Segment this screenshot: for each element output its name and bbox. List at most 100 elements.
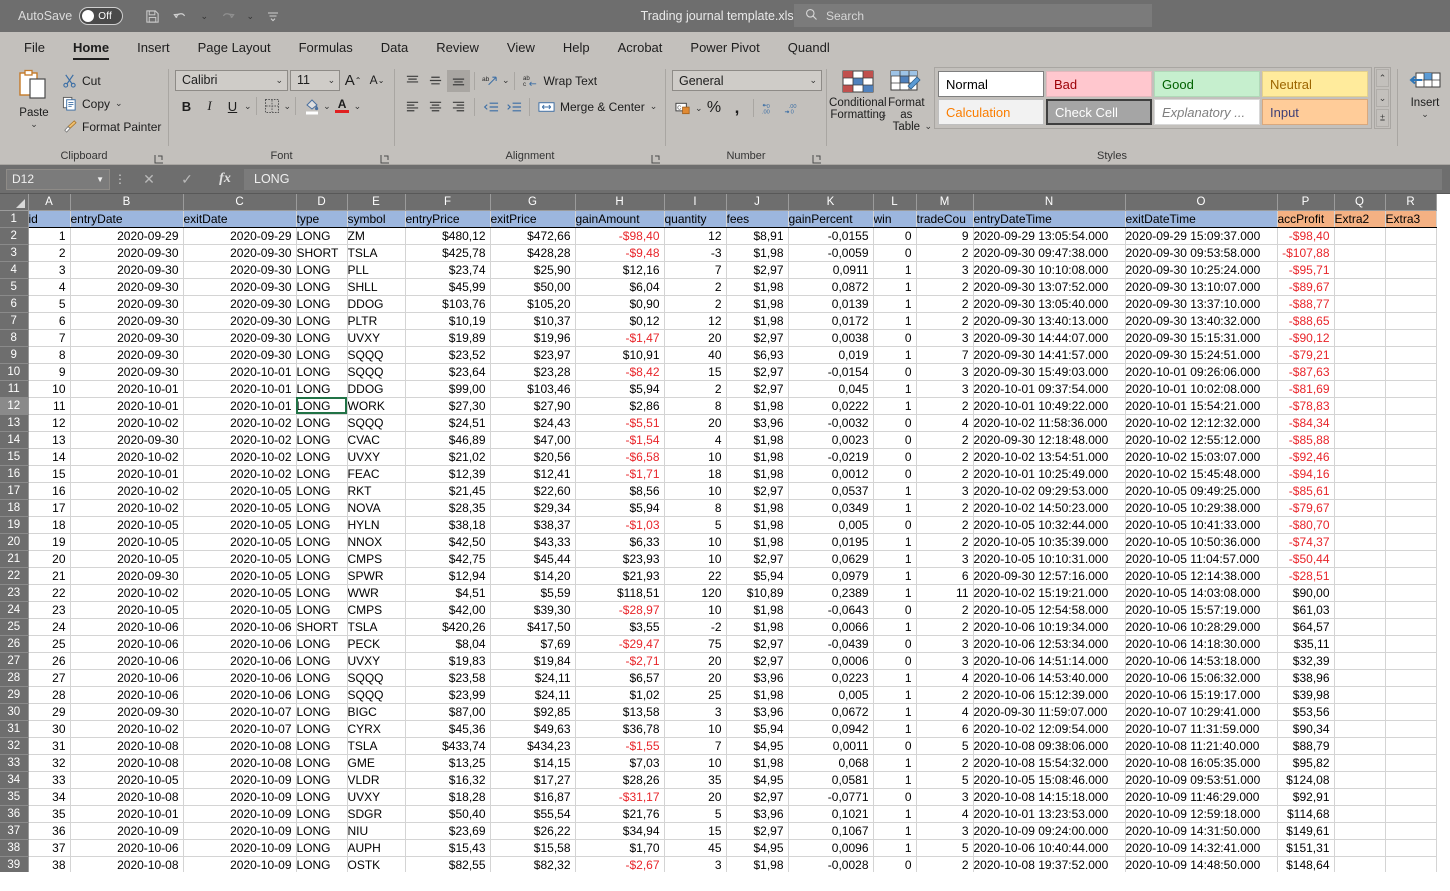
cell-E8[interactable]: UVXY	[347, 329, 406, 347]
column-header-h[interactable]: H	[575, 194, 665, 211]
cell-P23[interactable]: $90,00	[1277, 584, 1335, 602]
cell-K15[interactable]: -0,0219	[788, 448, 874, 466]
cell-F31[interactable]: $45,36	[405, 720, 491, 738]
cell-G24[interactable]: $39,30	[490, 601, 576, 619]
cell-B18[interactable]: 2020-10-02	[70, 499, 184, 517]
cell-K28[interactable]: 0,0223	[788, 669, 874, 687]
cell-G17[interactable]: $22,60	[490, 482, 576, 500]
cell-G38[interactable]: $15,58	[490, 839, 576, 857]
cell-L15[interactable]: 0	[873, 448, 917, 466]
cell-D34[interactable]: LONG	[296, 771, 348, 789]
cell-E36[interactable]: SDGR	[347, 805, 406, 823]
cell-R23[interactable]	[1385, 584, 1437, 602]
cell-L27[interactable]: 0	[873, 652, 917, 670]
cell-D20[interactable]: LONG	[296, 533, 348, 551]
font-color-icon[interactable]: A	[331, 95, 354, 117]
cell-G23[interactable]: $5,59	[490, 584, 576, 602]
table-row[interactable]: 3 2 2020-09-30 2020-09-30 SHORT TSLA $425,78 $4…	[0, 244, 1437, 262]
cell-J37[interactable]: $2,97	[726, 822, 789, 840]
cell-M34[interactable]: 5	[916, 771, 974, 789]
cell-M9[interactable]: 7	[916, 346, 974, 364]
cell-D16[interactable]: LONG	[296, 465, 348, 483]
cell-I23[interactable]: 120	[664, 584, 727, 602]
cell-F9[interactable]: $23,52	[405, 346, 491, 364]
cell-L25[interactable]: 1	[873, 618, 917, 636]
cell-K21[interactable]: 0,0629	[788, 550, 874, 568]
cell-Q39[interactable]	[1334, 856, 1386, 872]
cell-N7[interactable]: 2020-09-30 13:40:13.000	[973, 312, 1126, 330]
table-row[interactable]: 21 20 2020-10-05 2020-10-05 LONG CMPS $42,75 $4…	[0, 550, 1437, 568]
cell-F3[interactable]: $425,78	[405, 244, 491, 262]
cell-D4[interactable]: LONG	[296, 261, 348, 279]
cell-E24[interactable]: CMPS	[347, 601, 406, 619]
merge-center-button[interactable]: Merge & Center ⌄	[538, 95, 657, 118]
cell-P2[interactable]: -$98,40	[1277, 227, 1335, 245]
cell-G6[interactable]: $105,20	[490, 295, 576, 313]
cell-J11[interactable]: $2,97	[726, 380, 789, 398]
cell-Q6[interactable]	[1334, 295, 1386, 313]
cell-Q22[interactable]	[1334, 567, 1386, 585]
cell-G2[interactable]: $472,66	[490, 227, 576, 245]
cell-F27[interactable]: $19,83	[405, 652, 491, 670]
cell-J13[interactable]: $3,96	[726, 414, 789, 432]
row-header-19[interactable]: 19	[0, 516, 29, 534]
cell-H15[interactable]: -$6,58	[575, 448, 665, 466]
table-row[interactable]: 30 29 2020-09-30 2020-10-07 LONG BIGC $87,00 $9…	[0, 703, 1437, 721]
cell-B25[interactable]: 2020-10-06	[70, 618, 184, 636]
cell-E17[interactable]: RKT	[347, 482, 406, 500]
cell-Q32[interactable]	[1334, 737, 1386, 755]
cell-O21[interactable]: 2020-10-05 11:04:57.000	[1125, 550, 1278, 568]
cell-E7[interactable]: PLTR	[347, 312, 406, 330]
column-header-l[interactable]: L	[873, 194, 917, 211]
cell-P39[interactable]: $148,64	[1277, 856, 1335, 872]
name-box[interactable]: D12 ▼	[6, 168, 110, 190]
cell-E13[interactable]: SQQQ	[347, 414, 406, 432]
cell-A28[interactable]: 27	[28, 669, 71, 687]
accounting-dropdown-icon[interactable]: ⌄	[695, 103, 703, 114]
cell-Q33[interactable]	[1334, 754, 1386, 772]
cell-D25[interactable]: SHORT	[296, 618, 348, 636]
cell-M25[interactable]: 2	[916, 618, 974, 636]
cell-R20[interactable]	[1385, 533, 1437, 551]
cell-M31[interactable]: 6	[916, 720, 974, 738]
cell-J12[interactable]: $1,98	[726, 397, 789, 415]
table-row[interactable]: 38 37 2020-10-06 2020-10-09 LONG AUPH $15,43 $1…	[0, 839, 1437, 857]
table-row[interactable]: 32 31 2020-10-08 2020-10-08 LONG TSLA $433,74 $…	[0, 737, 1437, 755]
cut-button[interactable]: Cut	[62, 69, 161, 92]
cell-H16[interactable]: -$1,71	[575, 465, 665, 483]
cell-O14[interactable]: 2020-10-02 12:55:12.000	[1125, 431, 1278, 449]
cell-J28[interactable]: $3,96	[726, 669, 789, 687]
table-row[interactable]: 10 9 2020-09-30 2020-10-01 LONG SQQQ $23,64 $23…	[0, 363, 1437, 381]
cell-G27[interactable]: $19,84	[490, 652, 576, 670]
cell-R24[interactable]	[1385, 601, 1437, 619]
cell-A23[interactable]: 22	[28, 584, 71, 602]
cell-R37[interactable]	[1385, 822, 1437, 840]
cell-J17[interactable]: $2,97	[726, 482, 789, 500]
cell-O27[interactable]: 2020-10-06 14:53:18.000	[1125, 652, 1278, 670]
cell-A16[interactable]: 15	[28, 465, 71, 483]
cell-G10[interactable]: $23,28	[490, 363, 576, 381]
name-box-dropdown-icon[interactable]: ▼	[96, 175, 104, 184]
font-color-dropdown-icon[interactable]: ⌄	[354, 101, 362, 112]
cell-K22[interactable]: 0,0979	[788, 567, 874, 585]
cell-R18[interactable]	[1385, 499, 1437, 517]
cell-C4[interactable]: 2020-09-30	[183, 261, 297, 279]
cell-E20[interactable]: NNOX	[347, 533, 406, 551]
cell-N37[interactable]: 2020-10-09 09:24:00.000	[973, 822, 1126, 840]
cell-I16[interactable]: 18	[664, 465, 727, 483]
increase-indent-icon[interactable]	[502, 96, 525, 118]
cell-F16[interactable]: $12,39	[405, 465, 491, 483]
cell-H28[interactable]: $6,57	[575, 669, 665, 687]
cell-E15[interactable]: UVXY	[347, 448, 406, 466]
cell-K2[interactable]: -0,0155	[788, 227, 874, 245]
row-header-8[interactable]: 8	[0, 329, 29, 347]
cell-G39[interactable]: $82,32	[490, 856, 576, 872]
cell-D13[interactable]: LONG	[296, 414, 348, 432]
cell-E27[interactable]: UVXY	[347, 652, 406, 670]
row-header-26[interactable]: 26	[0, 635, 29, 653]
cell-N23[interactable]: 2020-10-02 15:19:21.000	[973, 584, 1126, 602]
merge-center-dropdown-icon[interactable]: ⌄	[650, 101, 658, 112]
cell-P27[interactable]: $32,39	[1277, 652, 1335, 670]
cell-Q9[interactable]	[1334, 346, 1386, 364]
cell-P28[interactable]: $38,96	[1277, 669, 1335, 687]
